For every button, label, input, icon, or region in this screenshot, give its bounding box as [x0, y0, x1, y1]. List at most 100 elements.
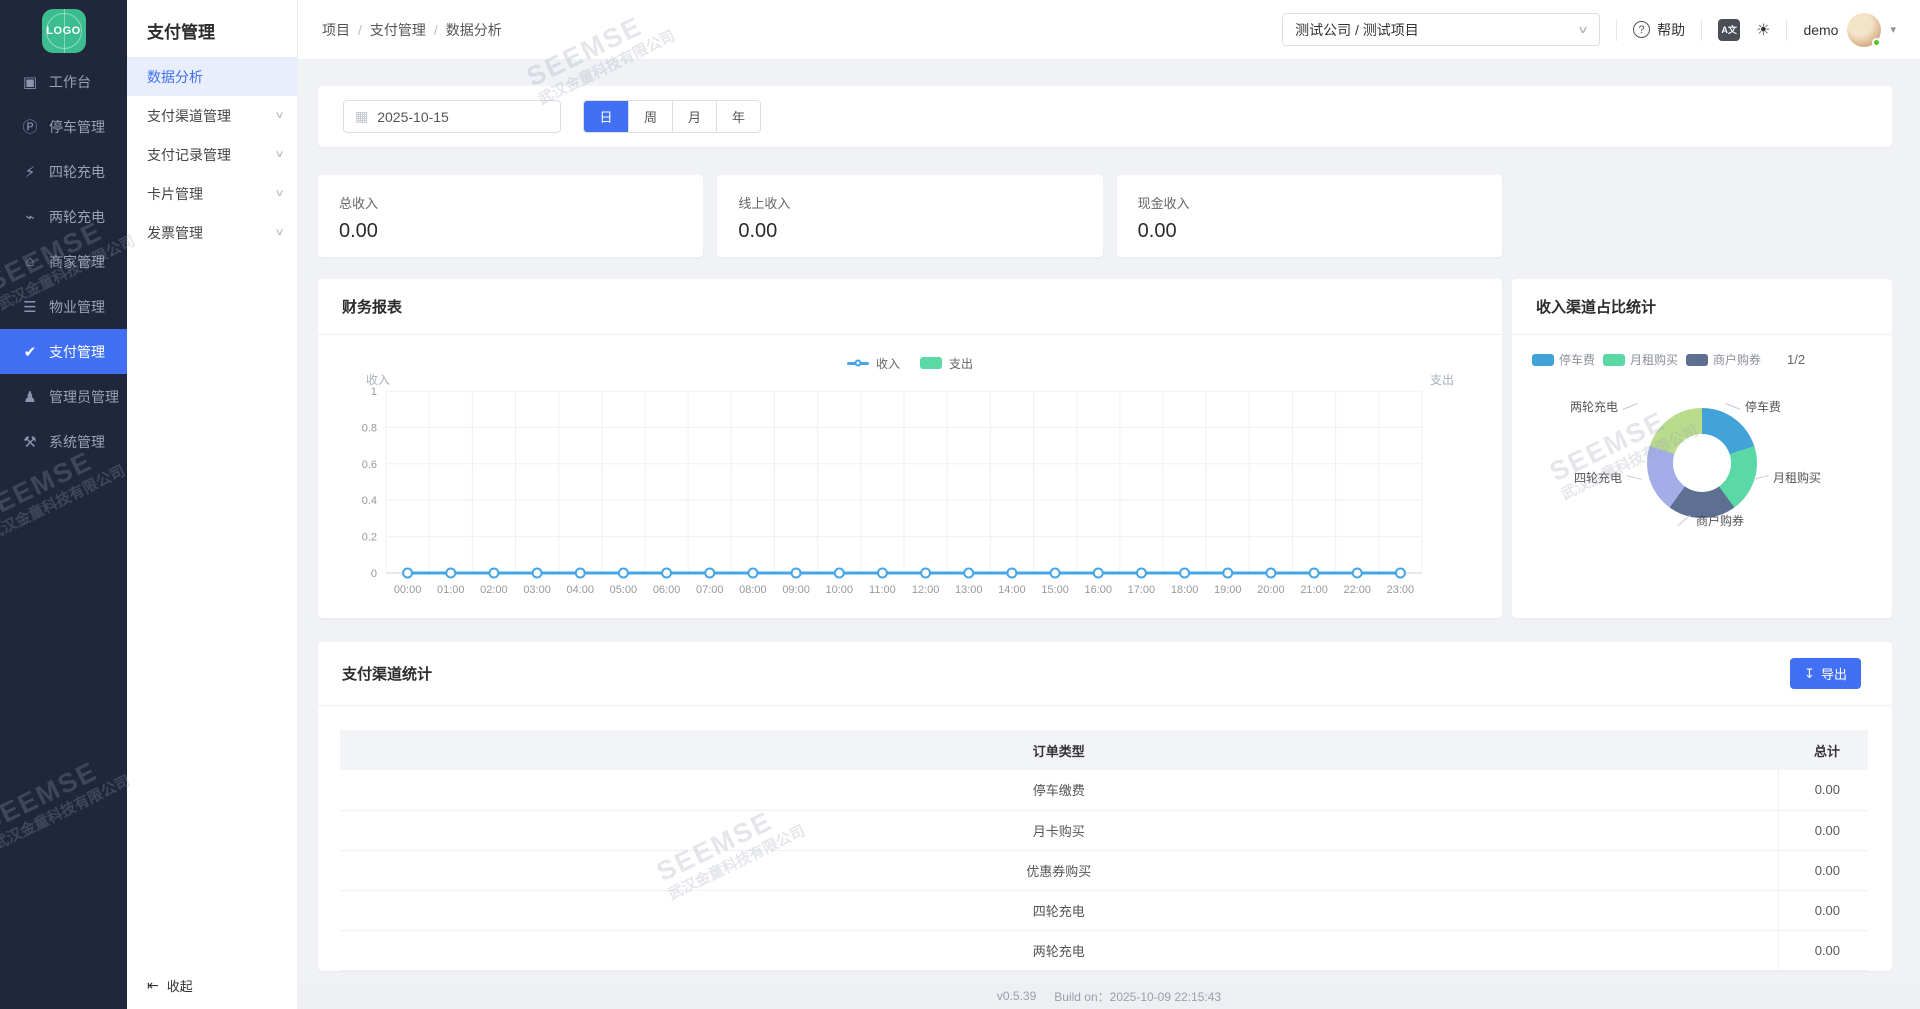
submenu-item[interactable]: 发票管理∨ — [127, 213, 297, 252]
panel-title: 支付渠道统计 — [342, 663, 432, 684]
legend-item[interactable]: 收入 — [847, 355, 900, 372]
sidebar-item-parking[interactable]: Ⓟ停车管理 — [0, 104, 127, 149]
theme-toggle-icon[interactable]: ☀ — [1756, 20, 1770, 40]
y-axis-name-left: 收入 — [366, 371, 390, 388]
income-channel-panel: 收入渠道占比统计 停车费月租购买商户购券1/2 停车费月租购买商户购券四轮充电两… — [1512, 279, 1892, 618]
order-type-cell: 停车缴费 — [340, 770, 1778, 810]
sidebar-item-property[interactable]: ☰物业管理 — [0, 284, 127, 329]
legend-item[interactable]: 支出 — [920, 355, 973, 372]
range-button[interactable]: 日 — [584, 101, 628, 132]
project-select[interactable]: 测试公司 / 测试项目 ∨ — [1282, 13, 1600, 46]
svg-text:14:00: 14:00 — [998, 584, 1026, 596]
breadcrumb: 项目/支付管理/数据分析 — [322, 20, 502, 40]
total-cell: 0.00 — [1778, 890, 1868, 930]
language-icon[interactable]: A文 — [1718, 19, 1740, 41]
workbench-icon: ▣ — [21, 73, 39, 91]
column-header-total: 总计 — [1778, 730, 1868, 770]
legend-item[interactable]: 商户购券 — [1686, 351, 1761, 368]
sidebar-item-label: 系统管理 — [49, 432, 105, 452]
donut-label: 四轮充电 — [1574, 469, 1622, 486]
submenu-item[interactable]: 支付渠道管理∨ — [127, 96, 297, 135]
sidebar-item-label: 商家管理 — [49, 252, 105, 272]
breadcrumb-separator: / — [434, 22, 438, 38]
sidebar-item-bike-charging[interactable]: ⌁两轮充电 — [0, 194, 127, 239]
range-button[interactable]: 周 — [628, 101, 672, 132]
range-button[interactable]: 年 — [716, 101, 760, 132]
divider — [1616, 19, 1617, 41]
svg-text:17:00: 17:00 — [1128, 584, 1156, 596]
sidebar-item-label: 管理员管理 — [49, 387, 119, 407]
line-chart: 00.20.40.60.8100:0001:0002:0003:0004:000… — [330, 375, 1466, 611]
svg-text:03:00: 03:00 — [523, 584, 551, 596]
sidebar-item-label: 停车管理 — [49, 117, 105, 137]
table-row: 停车缴费0.00 — [340, 770, 1868, 810]
help-icon: ? — [1633, 21, 1650, 38]
submenu-item[interactable]: 卡片管理∨ — [127, 174, 297, 213]
divider — [1786, 19, 1787, 41]
svg-text:19:00: 19:00 — [1214, 584, 1242, 596]
order-type-cell: 优惠券购买 — [340, 850, 1778, 890]
breadcrumb-item[interactable]: 支付管理 — [370, 20, 426, 40]
breadcrumb-item[interactable]: 数据分析 — [446, 20, 502, 40]
breadcrumb-item[interactable]: 项目 — [322, 20, 350, 40]
submenu-item[interactable]: 数据分析 — [127, 57, 297, 96]
module-title: 支付管理 — [127, 0, 297, 57]
primary-sidebar: LOGO ▣工作台Ⓟ停车管理⚡四轮充电⌁两轮充电⌂商家管理☰物业管理✔支付管理♟… — [0, 0, 127, 1009]
panel-header: 收入渠道占比统计 — [1512, 279, 1892, 335]
export-button[interactable]: ↧ 导出 — [1790, 658, 1861, 689]
donut-label: 月租购买 — [1773, 469, 1821, 486]
svg-text:09:00: 09:00 — [782, 584, 810, 596]
svg-text:0.6: 0.6 — [362, 459, 377, 471]
sidebar-item-car-charging[interactable]: ⚡四轮充电 — [0, 149, 127, 194]
collapse-sidebar-button[interactable]: ⇤ 收起 — [147, 976, 193, 995]
finance-report-panel: 财务报表 收入 支出 收入支出 00.20.40.60.8100:0001:00… — [318, 279, 1502, 618]
submenu-item[interactable]: 支付记录管理∨ — [127, 135, 297, 174]
legend-swatch — [1532, 354, 1554, 366]
legend-label: 支出 — [949, 355, 973, 372]
table-row: 四轮充电0.00 — [340, 890, 1868, 930]
sidebar-item-workbench[interactable]: ▣工作台 — [0, 59, 127, 104]
online-status-dot — [1872, 38, 1881, 47]
legend-item[interactable]: 月租购买 — [1603, 351, 1678, 368]
primary-nav: ▣工作台Ⓟ停车管理⚡四轮充电⌁两轮充电⌂商家管理☰物业管理✔支付管理♟管理员管理… — [0, 59, 127, 464]
submenu-item-label: 发票管理 — [147, 223, 203, 243]
legend-pagination[interactable]: 1/2 — [1787, 352, 1805, 367]
app-logo: LOGO — [42, 9, 86, 53]
user-name: demo — [1803, 22, 1838, 38]
system-icon: ⚒ — [21, 433, 39, 451]
submenu-item-label: 支付记录管理 — [147, 145, 231, 165]
svg-text:21:00: 21:00 — [1300, 584, 1328, 596]
legend-label: 收入 — [876, 355, 900, 372]
user-menu[interactable]: demo ▾ — [1803, 13, 1896, 47]
svg-text:01:00: 01:00 — [437, 584, 465, 596]
sidebar-item-merchant[interactable]: ⌂商家管理 — [0, 239, 127, 284]
table-row: 两轮充电0.00 — [340, 930, 1868, 970]
range-button[interactable]: 月 — [672, 101, 716, 132]
page-content: ▦ 2025-10-15 日周月年 总收入0.00线上收入0.00现金收入0.0… — [298, 60, 1920, 1009]
submenu-list: 数据分析支付渠道管理∨支付记录管理∨卡片管理∨发票管理∨ — [127, 57, 297, 252]
legend-item[interactable]: 停车费 — [1532, 351, 1595, 368]
sidebar-item-label: 两轮充电 — [49, 207, 105, 227]
panel-title: 财务报表 — [342, 296, 402, 317]
sidebar-item-payment[interactable]: ✔支付管理 — [0, 329, 127, 374]
sidebar-item-system[interactable]: ⚒ 系统管理 — [0, 419, 127, 464]
date-picker[interactable]: ▦ 2025-10-15 — [343, 100, 561, 133]
stat-label: 总收入 — [339, 193, 682, 212]
logo-text: LOGO — [46, 25, 80, 37]
filter-bar: ▦ 2025-10-15 日周月年 — [318, 86, 1892, 147]
svg-text:00:00: 00:00 — [394, 584, 422, 596]
stat-card: 总收入0.00 — [318, 175, 703, 257]
donut-legend: 停车费月租购买商户购券 1/2 — [1512, 335, 1892, 368]
sidebar-item-admin[interactable]: ♟管理员管理 — [0, 374, 127, 419]
stat-card: 线上收入0.00 — [717, 175, 1102, 257]
svg-text:0.8: 0.8 — [362, 422, 377, 434]
line-chart-area: 收入 支出 收入支出 00.20.40.60.8100:0001:0002:00… — [318, 351, 1502, 616]
donut-label: 停车费 — [1745, 398, 1781, 415]
project-select-value: 测试公司 / 测试项目 — [1295, 20, 1419, 40]
order-type-cell: 四轮充电 — [340, 890, 1778, 930]
main-area: 项目/支付管理/数据分析 测试公司 / 测试项目 ∨ ? 帮助 A文 ☀ dem… — [298, 0, 1920, 1009]
help-button[interactable]: ? 帮助 — [1633, 20, 1685, 40]
sidebar-item-label: 四轮充电 — [49, 162, 105, 182]
stat-value: 0.00 — [1138, 220, 1481, 243]
svg-text:06:00: 06:00 — [653, 584, 681, 596]
